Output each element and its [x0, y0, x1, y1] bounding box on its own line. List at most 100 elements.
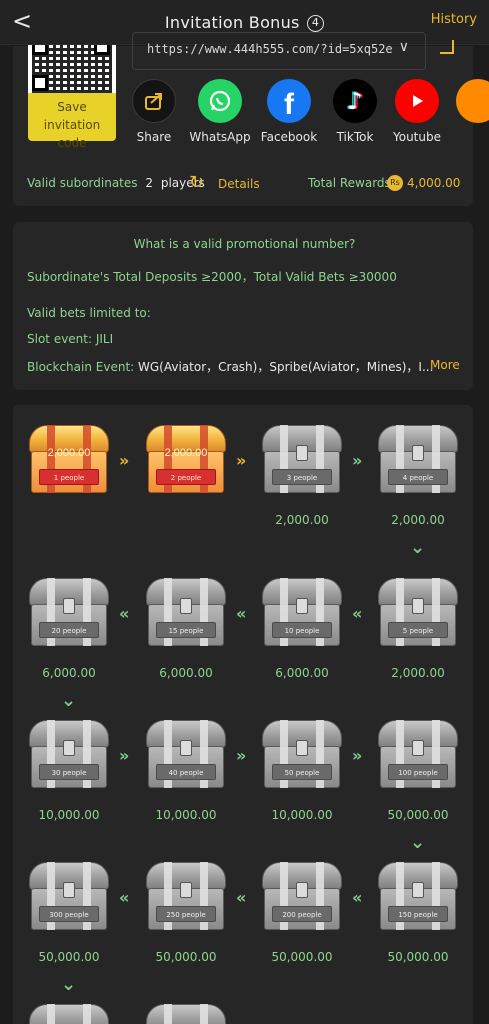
- chest-people-label: 2 people: [156, 469, 216, 485]
- chest-people-label: 10 people: [272, 622, 332, 638]
- save-invitation-code-button[interactable]: Save invitation code: [28, 93, 116, 150]
- total-rewards-value: 4,000.00: [407, 176, 461, 190]
- tiktok-button[interactable]: ♪ TikTok: [323, 79, 387, 144]
- whatsapp-icon: [198, 79, 242, 123]
- arrow-left-icon: «: [352, 888, 363, 907]
- badge-number: 4: [311, 15, 320, 29]
- chest-gold-amount: 2,000.00: [164, 447, 208, 459]
- lock-icon: [412, 882, 424, 898]
- chest-lid: [146, 1004, 226, 1024]
- arrow-right-icon: »: [352, 451, 363, 470]
- youtube-label: Youtube: [393, 130, 441, 144]
- chest-strap: [164, 1004, 172, 1024]
- chest-people-label: 200 people: [272, 906, 332, 922]
- arrow-down-icon: ⌄: [410, 832, 426, 853]
- arrow-right-icon: »: [236, 746, 247, 765]
- reward-chest[interactable]: 250 people: [144, 862, 228, 930]
- chest-strap: [83, 1004, 91, 1024]
- reward-chest[interactable]: [144, 1004, 228, 1024]
- reward-chest[interactable]: 50 people: [260, 720, 344, 788]
- chest-reward-amount: 10,000.00: [271, 808, 333, 822]
- arrow-right-icon: »: [236, 451, 247, 470]
- lock-icon: [412, 740, 424, 756]
- arrow-down-icon: ⌄: [61, 690, 77, 711]
- reward-chest[interactable]: 10 people: [260, 578, 344, 646]
- share-label: Share: [136, 130, 172, 144]
- reward-chest[interactable]: [27, 1004, 111, 1024]
- chest-reward-amount: 50,000.00: [387, 950, 449, 964]
- chest-reward-amount: 50,000.00: [38, 950, 100, 964]
- promo-slot-text: Slot event: JILI: [27, 332, 114, 346]
- copy-icon[interactable]: [440, 40, 454, 54]
- details-link[interactable]: Details: [218, 177, 260, 191]
- page-title: Invitation Bonus 4: [165, 13, 325, 32]
- history-link[interactable]: History: [431, 12, 477, 27]
- chest-people-label: 20 people: [39, 622, 99, 638]
- reward-chest[interactable]: 40 people: [144, 720, 228, 788]
- chest-people-label: 3 people: [272, 469, 332, 485]
- reward-chest[interactable]: 100 people: [376, 720, 460, 788]
- reward-chest[interactable]: 2 people 2,000.00: [144, 425, 228, 493]
- lock-icon: [296, 882, 308, 898]
- youtube-icon: [395, 79, 439, 123]
- reward-chest[interactable]: 200 people: [260, 862, 344, 930]
- reward-chest[interactable]: 4 people: [376, 425, 460, 493]
- reward-chest[interactable]: 15 people: [144, 578, 228, 646]
- chest-lid: [29, 1004, 109, 1024]
- lock-icon: [296, 445, 308, 461]
- promo-limited: Valid bets limited to:: [27, 306, 151, 320]
- reward-chest[interactable]: 1 people 2,000.00: [27, 425, 111, 493]
- reward-chest[interactable]: 5 people: [376, 578, 460, 646]
- arrow-down-icon: ⌄: [61, 974, 77, 995]
- chest-reward-amount: 6,000.00: [42, 666, 96, 680]
- chest-people-label: 15 people: [156, 622, 216, 638]
- reward-chest[interactable]: 150 people: [376, 862, 460, 930]
- reward-chest[interactable]: 3 people: [260, 425, 344, 493]
- invite-url-field[interactable]: https://www.444h555.com/?id=5xq52e ∨: [132, 32, 426, 70]
- valid-subordinates-row: Valid subordinates 2 players: [27, 176, 205, 190]
- arrow-left-icon: «: [236, 888, 247, 907]
- chest-people-label: 250 people: [156, 906, 216, 922]
- refresh-icon[interactable]: ↻: [189, 172, 204, 193]
- facebook-icon: f: [267, 79, 311, 123]
- more-link[interactable]: More: [430, 358, 460, 372]
- lock-icon: [63, 598, 75, 614]
- facebook-label: Facebook: [260, 130, 318, 144]
- reward-chest[interactable]: 30 people: [27, 720, 111, 788]
- more-share-icon[interactable]: [456, 79, 489, 123]
- arrow-down-icon: ⌄: [410, 537, 426, 558]
- qr-corner: [32, 75, 48, 91]
- arrow-right-icon: »: [352, 746, 363, 765]
- qr-corner: [32, 45, 48, 55]
- facebook-button[interactable]: f Facebook: [257, 79, 321, 144]
- total-rewards-label: Total Rewards: [308, 176, 391, 190]
- badge-4-icon: 4: [307, 14, 325, 32]
- chevron-down-icon[interactable]: ∨: [399, 39, 409, 55]
- chest-strap: [200, 1004, 208, 1024]
- reward-chest[interactable]: 300 people: [27, 862, 111, 930]
- youtube-button[interactable]: Youtube: [385, 79, 449, 144]
- promo-blockchain-value: WG(Aviator，Crash)，Spribe(Aviator，Mines)，…: [138, 360, 434, 374]
- reward-chest[interactable]: 20 people: [27, 578, 111, 646]
- promo-slot: Slot event: JILI: [27, 332, 113, 346]
- tiktok-icon: ♪: [333, 79, 377, 123]
- lock-icon: [412, 598, 424, 614]
- promo-blockchain: Blockchain Event: WG(Aviator，Crash)，Spri…: [27, 358, 433, 375]
- qr-code: [28, 45, 116, 93]
- back-arrow-icon[interactable]: <: [12, 7, 32, 35]
- arrow-left-icon: «: [236, 604, 247, 623]
- lock-icon: [180, 882, 192, 898]
- promo-condition: Subordinate's Total Deposits ≥2000，Total…: [27, 270, 397, 284]
- share-icon: [132, 79, 176, 123]
- whatsapp-button[interactable]: WhatsApp: [188, 79, 252, 144]
- arrow-left-icon: «: [352, 604, 363, 623]
- chest-people-label: 4 people: [388, 469, 448, 485]
- save-label-line2: code: [57, 136, 87, 150]
- tiktok-glyph: ♪: [347, 87, 363, 115]
- invite-url-text: https://www.444h555.com/?id=5xq52e: [147, 42, 393, 56]
- lock-icon: [63, 882, 75, 898]
- chest-reward-amount: 2,000.00: [391, 666, 445, 680]
- tiktok-label: TikTok: [336, 130, 374, 144]
- chest-people-label: 300 people: [39, 906, 99, 922]
- share-button[interactable]: Share: [122, 79, 186, 144]
